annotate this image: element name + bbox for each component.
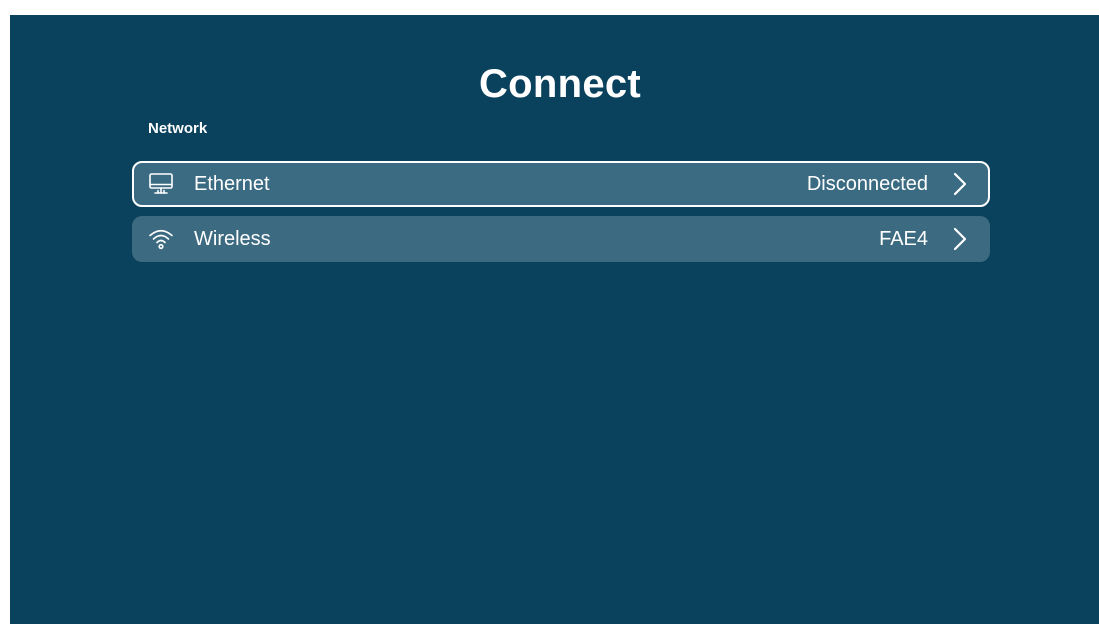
- network-item-wireless[interactable]: Wireless FAE4: [132, 216, 990, 262]
- monitor-icon: [149, 173, 173, 194]
- network-item-ssid: FAE4: [879, 228, 928, 250]
- network-item-label: Ethernet: [194, 173, 270, 195]
- settings-screen: Connect Network Ethernet Disconnected Wi…: [10, 15, 1099, 624]
- chevron-right-icon: [953, 172, 967, 196]
- network-item-ethernet[interactable]: Ethernet Disconnected: [132, 161, 990, 207]
- wifi-icon: [149, 229, 173, 250]
- network-item-status: Disconnected: [806, 173, 928, 195]
- network-item-label: Wireless: [194, 228, 271, 250]
- chevron-right-icon: [953, 227, 967, 251]
- section-label-network: Network: [148, 120, 208, 137]
- page-title: Connect: [478, 62, 642, 106]
